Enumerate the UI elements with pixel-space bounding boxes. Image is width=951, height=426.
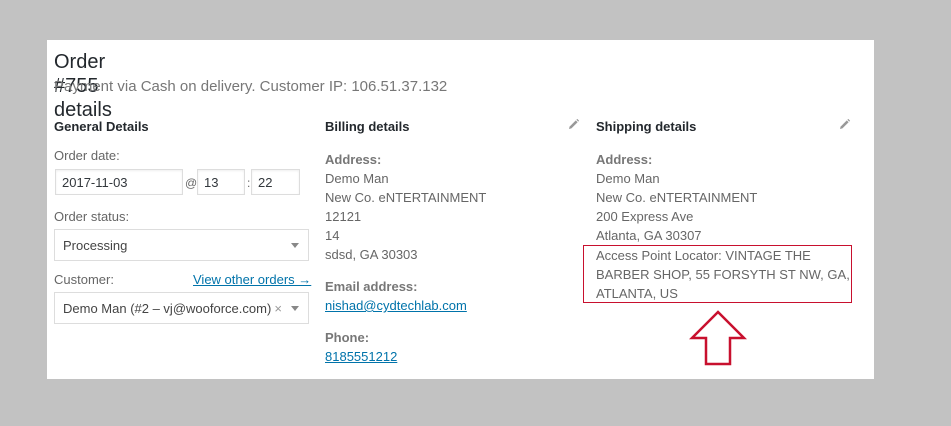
shipping-address-line: Atlanta, GA 30307: [596, 228, 702, 243]
order-status-select[interactable]: Processing: [54, 229, 309, 261]
shipping-address-line: Demo Man: [596, 171, 660, 186]
shipping-address-line: New Co. eNTERTAINMENT: [596, 190, 758, 205]
view-other-orders-link[interactable]: View other orders →: [193, 272, 311, 288]
order-date-label: Order date:: [54, 148, 120, 163]
phone-link[interactable]: 8185551212: [325, 349, 397, 365]
billing-details-heading: Billing details: [325, 119, 410, 134]
billing-address-label: Address:: [325, 152, 382, 167]
billing-address-line: 14: [325, 228, 340, 243]
billing-address: Demo Man New Co. eNTERTAINMENT 12121 14 …: [325, 169, 486, 264]
email-address-label: Email address:: [325, 279, 418, 294]
up-arrow-icon: [689, 310, 747, 366]
email-link[interactable]: nishad@cydtechlab.com: [325, 298, 467, 314]
general-details-heading: General Details: [54, 119, 149, 134]
shipping-address: Demo Man New Co. eNTERTAINMENT 200 Expre…: [596, 169, 757, 245]
order-status-value: Processing: [63, 238, 128, 253]
shipping-details-heading: Shipping details: [596, 119, 697, 134]
billing-address-line: 12121: [325, 209, 362, 224]
at-symbol: @: [185, 176, 198, 190]
pencil-icon[interactable]: [838, 118, 851, 131]
customer-select[interactable]: Demo Man (#2 – vj@wooforce.com) ×: [54, 292, 309, 324]
pencil-icon[interactable]: [567, 118, 580, 131]
customer-value: Demo Man (#2 – vj@wooforce.com): [63, 301, 272, 316]
phone-label: Phone:: [325, 330, 370, 345]
shipping-address-line: 200 Express Ave: [596, 209, 694, 224]
access-point-locator-text: Access Point Locator: VINTAGE THE BARBER…: [596, 248, 850, 301]
billing-address-line: New Co. eNTERTAINMENT: [325, 190, 487, 205]
order-date-input[interactable]: [55, 169, 183, 195]
chevron-down-icon: [291, 243, 299, 248]
time-colon: :: [247, 176, 251, 190]
order-minute-input[interactable]: [251, 169, 300, 195]
order-status-label: Order status:: [54, 209, 130, 224]
billing-address-line: sdsd, GA 30303: [325, 247, 418, 262]
billing-address-line: Demo Man: [325, 171, 389, 186]
customer-label: Customer:: [54, 272, 114, 287]
chevron-down-icon: [291, 306, 299, 311]
clear-icon[interactable]: ×: [274, 300, 282, 317]
order-hour-input[interactable]: [197, 169, 245, 195]
shipping-address-label: Address:: [596, 152, 653, 167]
order-subtitle: Payment via Cash on delivery. Customer I…: [54, 78, 448, 95]
